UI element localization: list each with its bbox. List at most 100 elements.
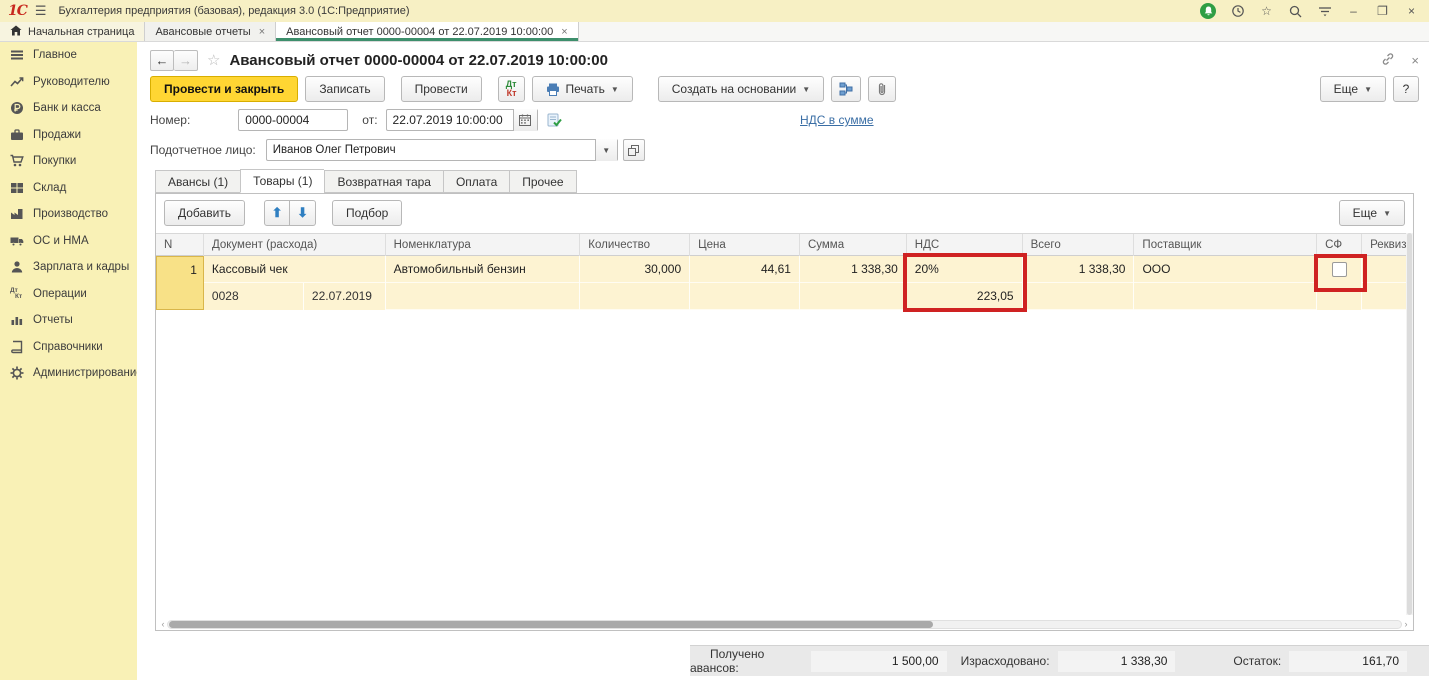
service-menu-icon[interactable] (1317, 4, 1332, 19)
col-header-supplier[interactable]: Поставщик (1134, 234, 1317, 256)
paperclip-icon (876, 82, 888, 96)
forward-button[interactable]: → (174, 50, 198, 71)
attachments-button[interactable] (868, 76, 896, 102)
arrow-up-icon: ⬆ (272, 205, 283, 221)
pick-button[interactable]: Подбор (332, 200, 402, 226)
col-header-amount[interactable]: Сумма (800, 234, 907, 256)
sidebar-item-main[interactable]: Главное (0, 42, 137, 69)
combo-dropdown-icon[interactable]: ▼ (595, 139, 617, 161)
scrollbar-thumb[interactable] (1407, 233, 1412, 615)
col-header-total[interactable]: Всего (1023, 234, 1135, 256)
scroll-right-icon[interactable]: › (1402, 618, 1410, 630)
sidebar-item-directories[interactable]: Справочники (0, 334, 137, 361)
sidebar-item-administration[interactable]: Администрирование (0, 360, 137, 387)
close-window-icon[interactable]: × (1404, 4, 1419, 19)
back-button[interactable]: ← (150, 50, 174, 71)
notifications-icon[interactable] (1200, 3, 1216, 19)
grid-header-row: N Документ (расхода) Номенклатура Количе… (156, 233, 1413, 256)
add-row-button[interactable]: Добавить (164, 200, 245, 226)
cell-supplier[interactable]: ООО (1134, 256, 1316, 283)
post-and-close-button[interactable]: Провести и закрыть (150, 76, 298, 102)
col-header-sf[interactable]: СФ (1317, 234, 1362, 256)
sidebar-item-purchases[interactable]: Покупки (0, 148, 137, 175)
tab-home-page[interactable]: Начальная страница (0, 22, 145, 41)
set-current-date-icon[interactable] (547, 113, 562, 127)
tab-returnable-packaging[interactable]: Возвратная тара (324, 170, 443, 193)
number-input[interactable]: 0000-00004 (238, 109, 348, 131)
sf-checkbox[interactable] (1332, 262, 1347, 277)
search-icon[interactable] (1288, 4, 1303, 19)
history-icon[interactable] (1230, 4, 1245, 19)
minimize-icon[interactable]: – (1346, 4, 1361, 19)
sidebar-item-label: Отчеты (33, 314, 73, 326)
cell-amount[interactable]: 1 338,30 (800, 256, 906, 283)
vertical-scrollbar[interactable] (1406, 233, 1413, 615)
help-button[interactable]: ? (1393, 76, 1419, 102)
close-tab-icon[interactable]: × (259, 26, 265, 38)
sidebar-item-salary-hr[interactable]: Зарплата и кадры (0, 254, 137, 281)
cell-doc-number[interactable]: 0028 (204, 283, 304, 310)
col-header-nomenclature[interactable]: Номенклатура (386, 234, 581, 256)
sidebar-item-bank-cash[interactable]: Банк и касса (0, 95, 137, 122)
favorite-star-icon[interactable]: ☆ (207, 51, 220, 69)
show-postings-dtkt-button[interactable]: ДтКт (498, 76, 525, 102)
header-fields-row-2: Подотчетное лицо: Иванов Олег Петрович ▼ (150, 138, 1419, 162)
accountable-person-input[interactable]: Иванов Олег Петрович ▼ (266, 139, 618, 161)
restore-icon[interactable]: ❐ (1375, 4, 1390, 19)
close-document-icon[interactable]: × (1411, 53, 1419, 68)
get-link-icon[interactable] (1381, 52, 1395, 69)
tab-advance-report-document[interactable]: Авансовый отчет 0000-00004 от 22.07.2019… (276, 22, 579, 41)
sidebar-item-warehouse[interactable]: Склад (0, 175, 137, 202)
col-header-n[interactable]: N (156, 234, 204, 256)
sidebar-item-fixed-assets[interactable]: ОС и НМА (0, 228, 137, 255)
main-menu-icon[interactable]: ☰ (35, 3, 47, 19)
cell-quantity[interactable]: 30,000 (580, 256, 689, 283)
cell-nomenclature[interactable]: Автомобильный бензин (386, 256, 580, 283)
move-row-down-button[interactable]: ⬇ (290, 200, 316, 226)
document-form: ← → ☆ Авансовый отчет 0000-00004 от 22.0… (137, 42, 1429, 680)
cell-doc-date[interactable]: 22.07.2019 (304, 283, 380, 310)
cell-price[interactable]: 44,61 (690, 256, 799, 283)
tab-payment[interactable]: Оплата (443, 170, 509, 193)
cell-vat-amount[interactable]: 223,05 (907, 283, 1022, 310)
open-item-icon[interactable] (623, 139, 645, 161)
related-documents-button[interactable] (831, 76, 861, 102)
grid-more-button[interactable]: Еще ▼ (1339, 200, 1405, 226)
col-header-vat[interactable]: НДС (907, 234, 1023, 256)
scrollbar-track[interactable] (167, 620, 1402, 629)
calendar-icon[interactable] (513, 109, 537, 131)
cell-vat-rate[interactable]: 20% (907, 256, 1022, 283)
scroll-left-icon[interactable]: ‹ (159, 618, 167, 630)
cell-doc-type[interactable]: Кассовый чек (204, 256, 385, 283)
cell-total[interactable]: 1 338,30 (1023, 256, 1134, 283)
col-header-document[interactable]: Документ (расхода) (204, 234, 386, 256)
create-based-on-button[interactable]: Создать на основании ▼ (658, 76, 824, 102)
tab-other[interactable]: Прочее (509, 170, 576, 193)
vat-in-amount-link[interactable]: НДС в сумме (800, 113, 874, 127)
sidebar-item-operations[interactable]: ДтКт Операции (0, 281, 137, 308)
sidebar-item-manager[interactable]: Руководителю (0, 69, 137, 96)
post-button[interactable]: Провести (401, 76, 482, 102)
document-tabs: Авансы (1) Товары (1) Возвратная тара Оп… (155, 170, 577, 193)
sidebar-item-label: Склад (33, 182, 66, 194)
horizontal-scrollbar[interactable]: ‹ › (159, 618, 1410, 630)
rest-value: 161,70 (1289, 651, 1407, 672)
sidebar-item-reports[interactable]: Отчеты (0, 307, 137, 334)
tab-advance-reports-list[interactable]: Авансовые отчеты × (145, 22, 276, 41)
sidebar-item-sales[interactable]: Продажи (0, 122, 137, 149)
print-button[interactable]: Печать ▼ (532, 76, 633, 102)
col-header-price[interactable]: Цена (690, 234, 800, 256)
move-row-up-button[interactable]: ⬆ (264, 200, 290, 226)
accountable-person-label: Подотчетное лицо: (150, 143, 256, 157)
more-button[interactable]: Еще ▼ (1320, 76, 1386, 102)
table-row[interactable]: 1 Кассовый чек 0028 22.07.2019 Автомобил… (156, 256, 1413, 310)
date-input[interactable]: 22.07.2019 10:00:00 (386, 109, 538, 131)
scrollbar-thumb[interactable] (169, 621, 933, 628)
col-header-quantity[interactable]: Количество (580, 234, 690, 256)
tab-goods[interactable]: Товары (1) (240, 169, 324, 193)
close-tab-icon[interactable]: × (561, 26, 567, 38)
sidebar-item-production[interactable]: Производство (0, 201, 137, 228)
tab-advances[interactable]: Авансы (1) (155, 170, 240, 193)
save-button[interactable]: Записать (305, 76, 384, 102)
favorites-star-icon[interactable]: ☆ (1259, 4, 1274, 19)
